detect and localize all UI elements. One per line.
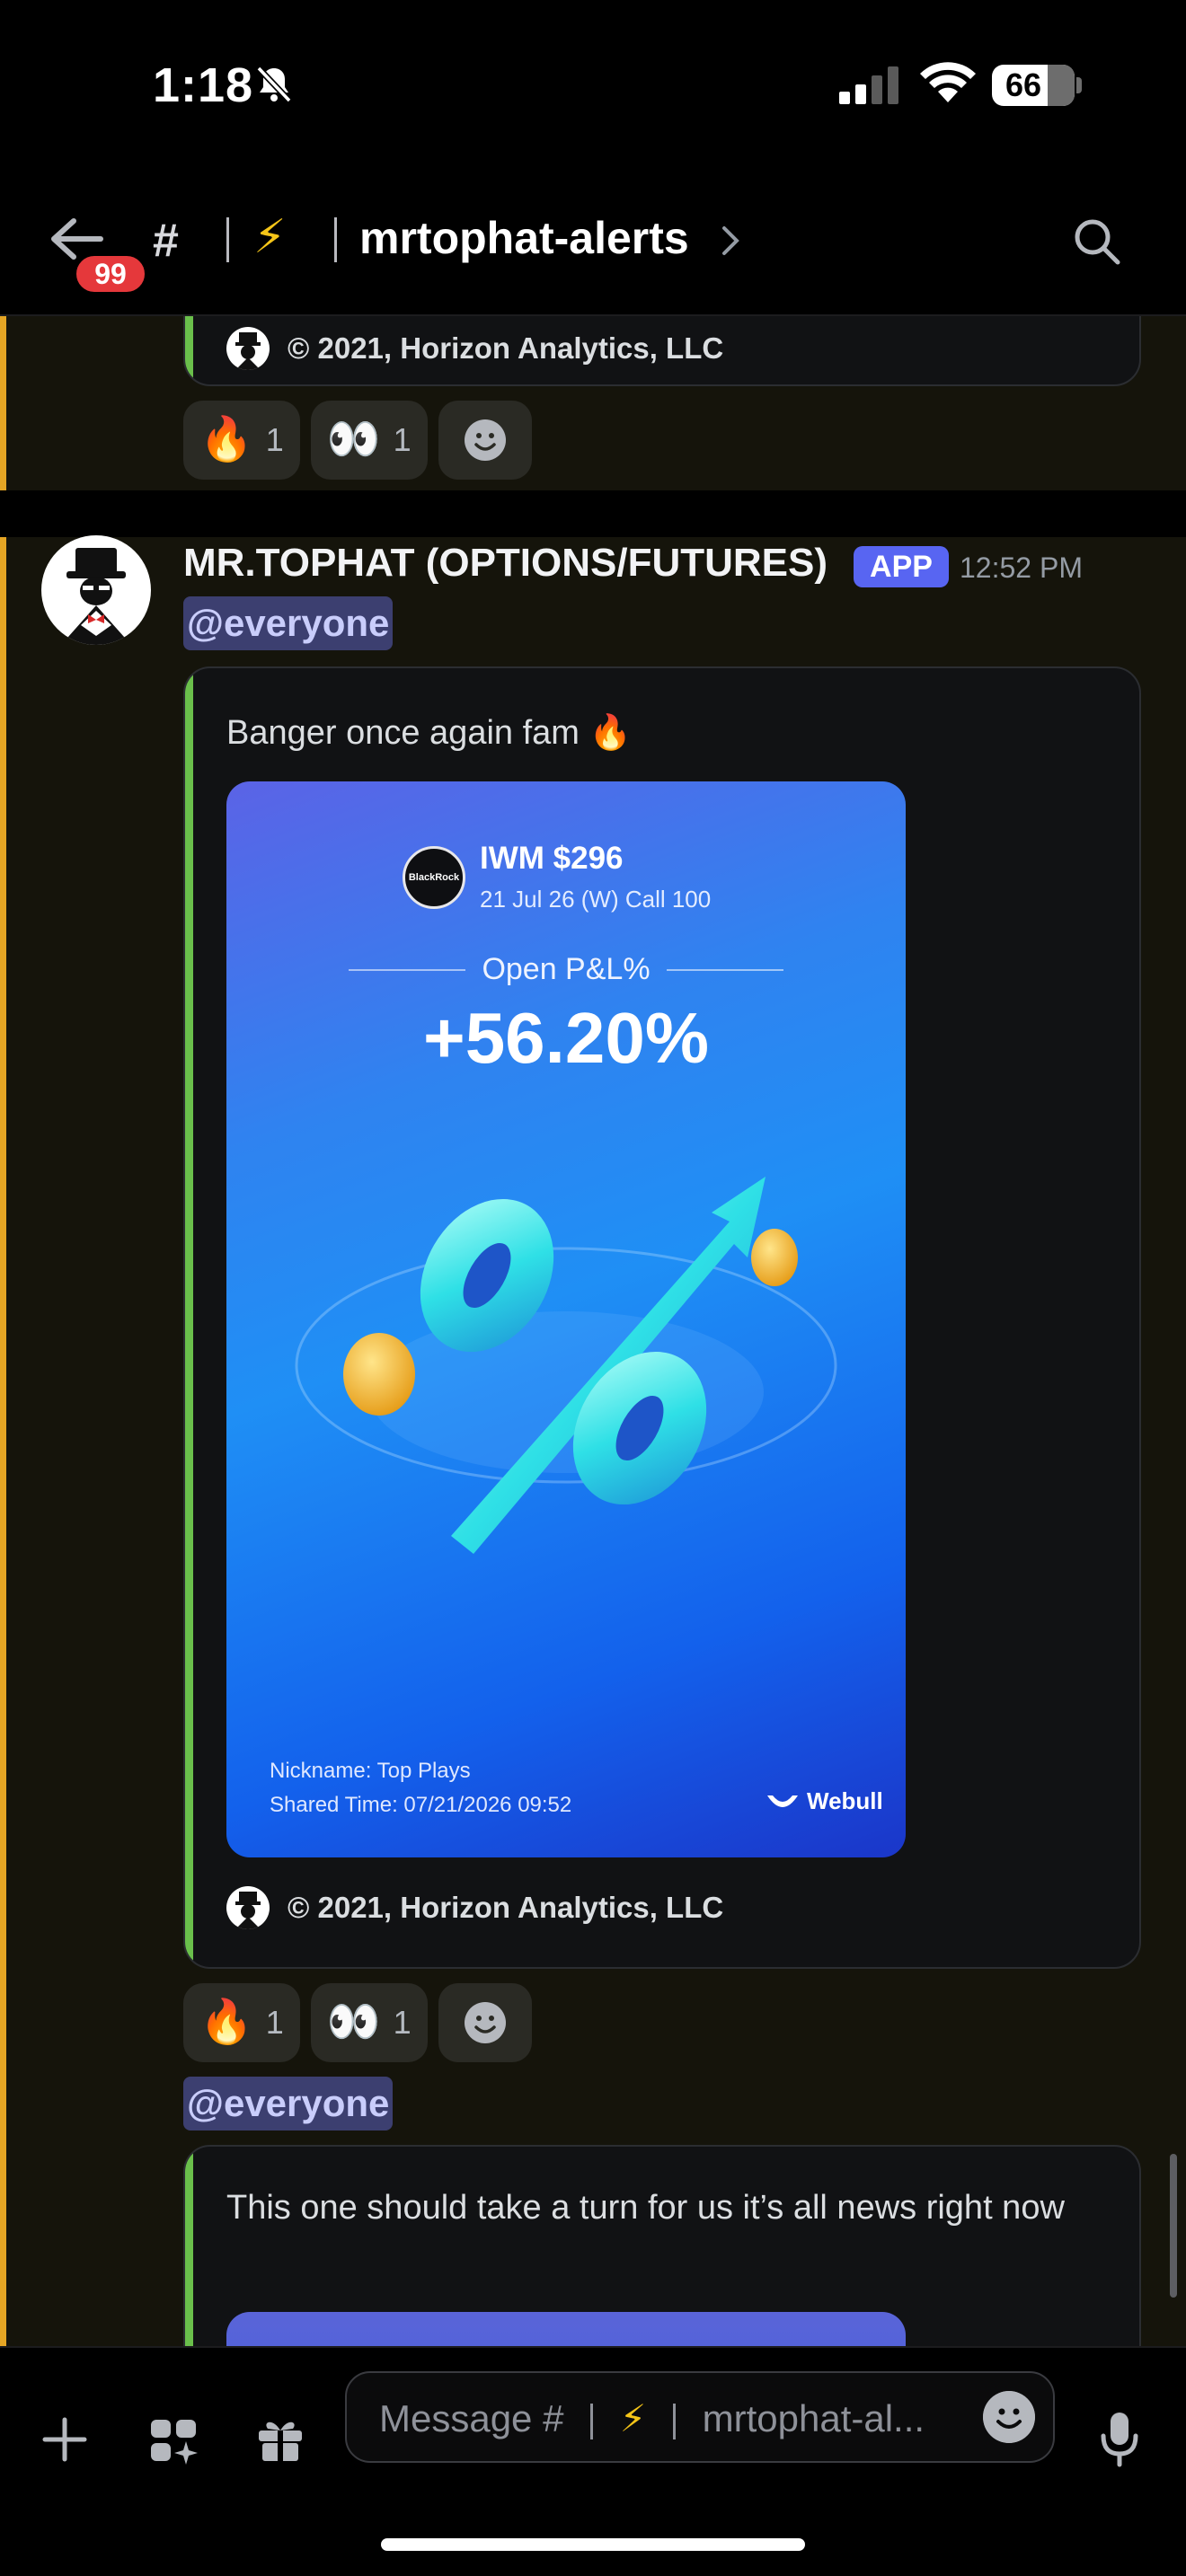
add-reaction-button[interactable] <box>438 401 532 480</box>
hash-lock-icon: # <box>153 215 179 267</box>
battery-icon: 66 <box>992 65 1075 106</box>
status-time: 1:18 <box>153 58 254 112</box>
author-name[interactable]: MR.TOPHAT (OPTIONS/FUTURES) <box>183 541 828 586</box>
app-tag: APP <box>854 546 949 587</box>
gift-icon[interactable] <box>255 2414 305 2465</box>
embed-description: Banger once again fam 🔥 <box>226 714 632 752</box>
percent-arrow-illustration <box>295 1177 837 1554</box>
reactions-bar: 🔥 1 👀 1 <box>183 1983 532 2062</box>
message-list[interactable]: © 2021, Horizon Analytics, LLC 🔥 1 👀 1 M… <box>0 316 1186 2346</box>
embed-footer-text: © 2021, Horizon Analytics, LLC <box>288 331 724 365</box>
embed-description: This one should take a turn for us it’s … <box>226 2189 1065 2227</box>
status-bar: 1:18 66 <box>0 0 1186 171</box>
channel-emoji: ⚡ <box>253 211 287 263</box>
channel-title[interactable]: mrtophat-alerts <box>359 212 689 264</box>
bell-slash-icon <box>256 66 292 103</box>
message-timestamp: 12:52 PM <box>960 551 1083 584</box>
next-embed[interactable]: This one should take a turn for us it’s … <box>183 2145 1141 2346</box>
webull-brand: Webull <box>766 1787 883 1815</box>
reaction-eyes[interactable]: 👀 1 <box>310 401 428 480</box>
author-avatar[interactable] <box>41 535 151 645</box>
chevron-right-icon[interactable] <box>719 225 742 257</box>
webull-logo-icon <box>767 1795 798 1807</box>
cellular-signal-icon <box>839 66 898 104</box>
pnl-label: Open P&L% <box>482 952 651 986</box>
embed-footer-avatar <box>226 327 270 370</box>
microphone-icon[interactable] <box>1098 2411 1141 2468</box>
add-reaction-icon <box>464 2002 506 2043</box>
contract-detail: 21 Jul 26 (W) Call 100 <box>480 886 712 913</box>
battery-level: 66 <box>1005 66 1042 103</box>
blackrock-logo: BlackRock <box>403 846 465 909</box>
channel-header: 99 # ⚡ mrtophat-alerts <box>0 171 1186 316</box>
reaction-fire[interactable]: 🔥 1 <box>183 1983 300 2062</box>
reactions-bar: 🔥 1 👀 1 <box>183 401 532 480</box>
mention-everyone[interactable]: @everyone <box>183 2077 394 2130</box>
pnl-share-card-image[interactable]: BlackRock IWM $296 21 Jul 26 (W) Call 10… <box>226 781 906 1857</box>
mention-everyone[interactable]: @everyone <box>183 596 394 650</box>
previous-embed[interactable]: © 2021, Horizon Analytics, LLC <box>183 316 1141 386</box>
add-reaction-button[interactable] <box>438 1983 532 2062</box>
ticker-price: IWM $296 <box>480 841 624 876</box>
message-input[interactable]: Message # ⚡ mrtophat-al... <box>345 2371 1055 2463</box>
unread-badge: 99 <box>72 251 149 296</box>
home-indicator[interactable] <box>381 2538 805 2551</box>
card-nickname: Nickname: Top Plays <box>270 1759 471 1783</box>
embed-footer-avatar <box>226 1886 270 1929</box>
wifi-icon <box>920 62 976 102</box>
reaction-fire[interactable]: 🔥 1 <box>183 401 300 480</box>
message-input-placeholder: Message # ⚡ mrtophat-al... <box>379 2397 925 2439</box>
next-card-image[interactable] <box>226 2312 906 2346</box>
reaction-eyes[interactable]: 👀 1 <box>310 1983 428 2062</box>
search-icon[interactable] <box>1071 216 1121 266</box>
apps-icon[interactable] <box>147 2414 199 2466</box>
emoji-icon[interactable] <box>983 2391 1035 2443</box>
scrollbar[interactable] <box>1170 2154 1177 2298</box>
message-embed[interactable]: Banger once again fam 🔥 BlackRock IWM $2… <box>183 666 1141 1969</box>
plus-icon[interactable] <box>40 2414 90 2465</box>
add-reaction-icon <box>464 419 506 461</box>
pnl-value: +56.20% <box>422 998 710 1078</box>
card-shared-time: Shared Time: 07/21/2026 09:52 <box>270 1793 572 1817</box>
embed-footer-text: © 2021, Horizon Analytics, LLC <box>288 1891 724 1924</box>
